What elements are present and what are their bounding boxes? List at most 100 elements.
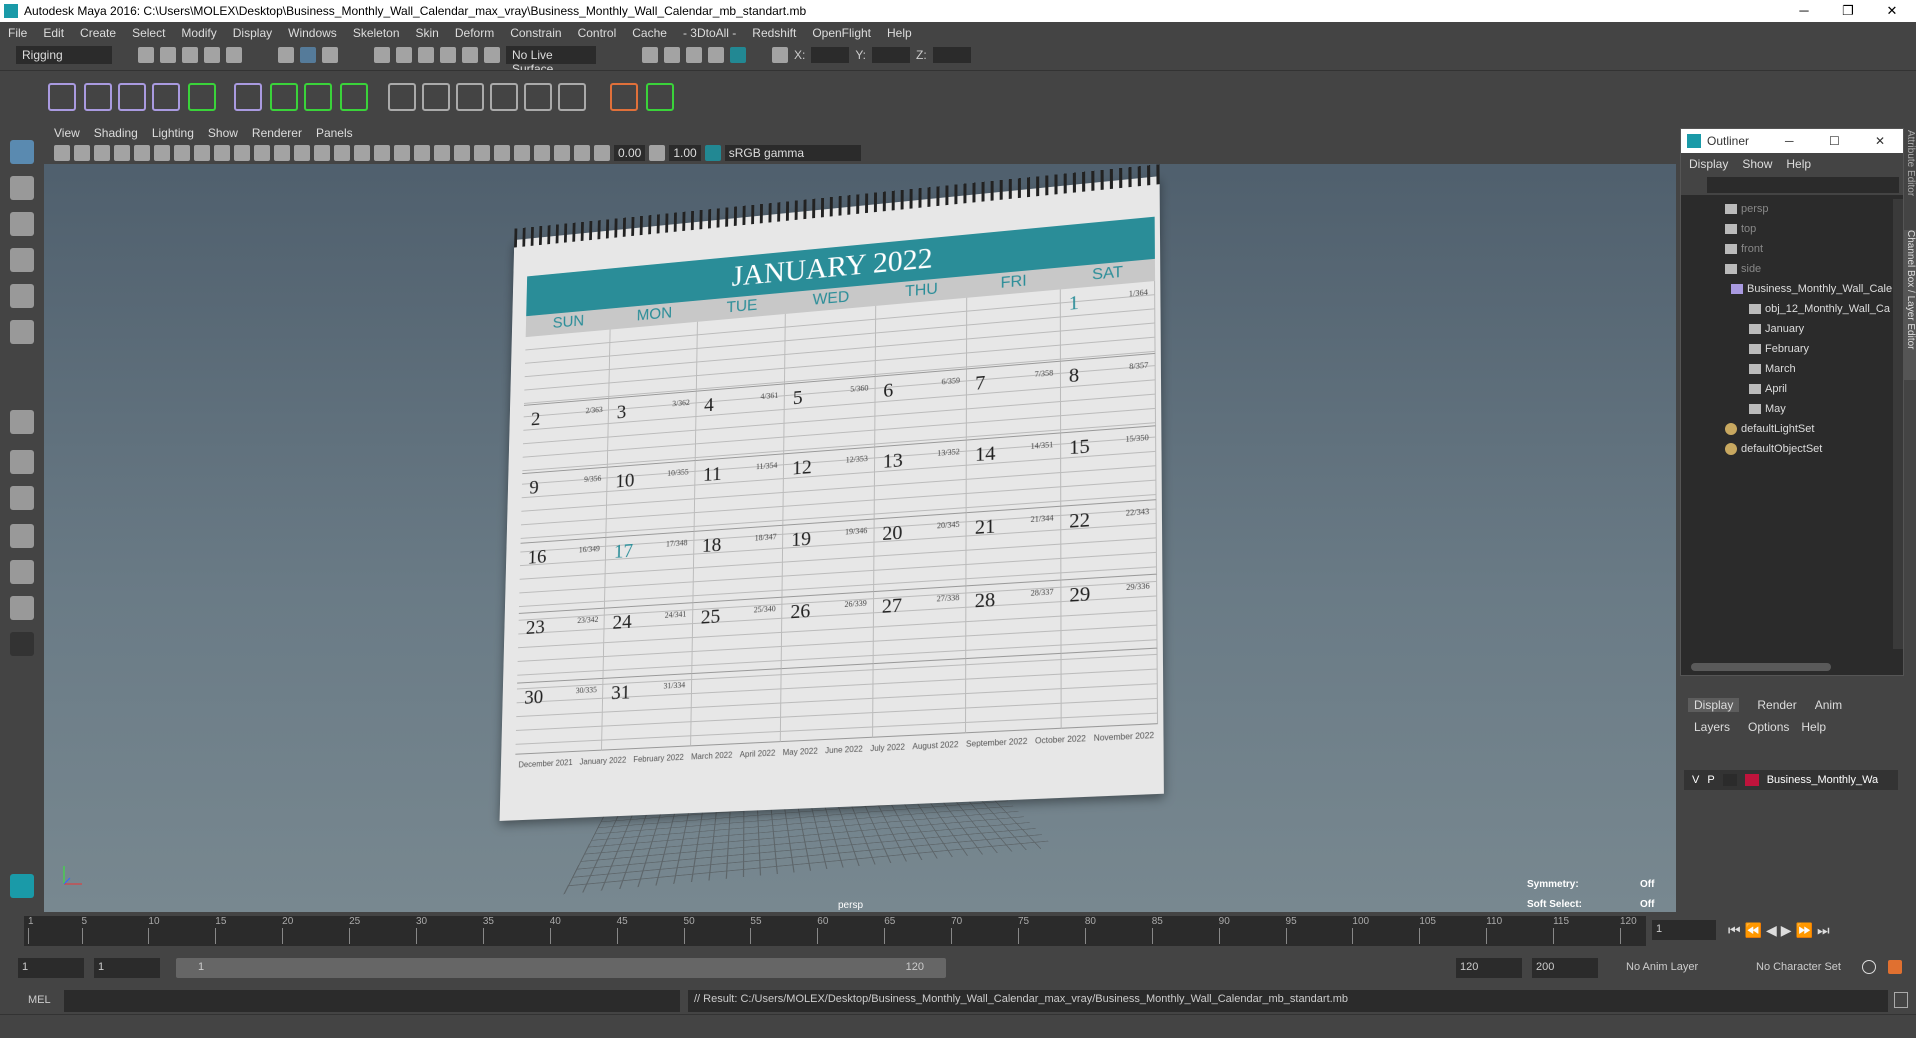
menu-openflight[interactable]: OpenFlight [812, 26, 871, 40]
grease-pencil-icon[interactable] [154, 145, 170, 161]
panel-menu-view[interactable]: View [54, 126, 80, 140]
outliner-menu-display[interactable]: Display [1689, 157, 1728, 171]
bookmark-icon[interactable] [94, 145, 110, 161]
auto-key-icon[interactable] [1862, 960, 1876, 974]
playback-end-field[interactable]: 120 [1456, 958, 1522, 978]
default-material-icon[interactable] [354, 145, 370, 161]
camera-icon[interactable] [54, 145, 70, 161]
outliner-item[interactable]: April [1681, 379, 1903, 399]
outliner-menu-show[interactable]: Show [1742, 157, 1772, 171]
xray-icon[interactable] [534, 145, 550, 161]
hypershade-icon[interactable] [730, 47, 746, 63]
tab-render[interactable]: Render [1757, 698, 1796, 712]
film-gate-icon[interactable] [194, 145, 210, 161]
wireframe-icon[interactable] [314, 145, 330, 161]
outliner-item[interactable]: March [1681, 359, 1903, 379]
start-time-field[interactable]: 1 [18, 958, 84, 978]
range-bar[interactable]: 1 120 [176, 958, 946, 978]
close-button[interactable]: ✕ [1872, 0, 1912, 22]
hypershade-layout-icon[interactable] [10, 596, 34, 620]
humanik-icon[interactable] [188, 83, 216, 111]
character-set-dropdown[interactable]: No Character Set [1752, 958, 1852, 978]
tab-display[interactable]: Display [1688, 698, 1740, 712]
layer-menu-help[interactable]: Help [1801, 720, 1826, 734]
menu-skin[interactable]: Skin [416, 26, 439, 40]
current-frame-field[interactable]: 1 [1652, 920, 1716, 940]
point-constraint-icon[interactable] [422, 83, 450, 111]
parent-constraint-icon[interactable] [388, 83, 416, 111]
shadows-icon[interactable] [434, 145, 450, 161]
layer-menu-options[interactable]: Options [1748, 720, 1789, 734]
outliner-item[interactable]: persp [1681, 199, 1903, 219]
menu-select[interactable]: Select [132, 26, 165, 40]
paint-weights-icon[interactable] [270, 83, 298, 111]
two-view-icon[interactable] [10, 486, 34, 510]
select-object-icon[interactable] [300, 47, 316, 63]
snap-grid-icon[interactable] [374, 47, 390, 63]
outliner-horizontal-scrollbar[interactable] [1691, 663, 1831, 671]
joint-tool-icon[interactable] [48, 83, 76, 111]
more-layouts-icon[interactable] [10, 632, 34, 656]
select-component-icon[interactable] [322, 47, 338, 63]
outliner-item[interactable]: Business_Monthly_Wall_Cale [1681, 279, 1903, 299]
scale-constraint-icon[interactable] [490, 83, 518, 111]
xray-components-icon[interactable] [574, 145, 590, 161]
paint-select-icon[interactable] [10, 212, 34, 236]
camera-attributes-icon[interactable] [74, 145, 90, 161]
outliner-item[interactable]: obj_12_Monthly_Wall_Ca [1681, 299, 1903, 319]
layer-row[interactable]: V P Business_Monthly_Wa [1684, 770, 1898, 790]
z-field[interactable] [932, 47, 971, 63]
persp-outliner-icon[interactable] [10, 524, 34, 548]
outliner-vertical-scrollbar[interactable] [1893, 199, 1903, 649]
tab-anim[interactable]: Anim [1815, 698, 1842, 712]
outliner-maximize-button[interactable]: ☐ [1829, 134, 1840, 148]
panel-menu-panels[interactable]: Panels [316, 126, 353, 140]
outliner-item[interactable]: side [1681, 259, 1903, 279]
channel-box-tab[interactable]: Channel Box / Layer Editor [1904, 230, 1916, 380]
safe-title-icon[interactable] [294, 145, 310, 161]
image-plane-icon[interactable] [114, 145, 130, 161]
x-field[interactable] [811, 47, 850, 63]
anti-aliasing-icon[interactable] [494, 145, 510, 161]
layer-menu-layers[interactable]: Layers [1688, 720, 1736, 734]
panel-menu-lighting[interactable]: Lighting [152, 126, 194, 140]
wireframe-on-shaded-icon[interactable] [374, 145, 390, 161]
grid-icon[interactable] [174, 145, 190, 161]
snap-surface-icon[interactable] [462, 47, 478, 63]
scale-tool-icon[interactable] [10, 320, 34, 344]
command-input[interactable] [64, 990, 680, 1012]
select-tool-icon[interactable] [10, 140, 34, 164]
outliner-close-button[interactable]: ✕ [1875, 134, 1885, 148]
orient-constraint-icon[interactable] [456, 83, 484, 111]
menu-help[interactable]: Help [887, 26, 912, 40]
snap-point-icon[interactable] [418, 47, 434, 63]
single-view-icon[interactable] [10, 410, 34, 434]
ambient-occlusion-icon[interactable] [454, 145, 470, 161]
outliner-menu-help[interactable]: Help [1786, 157, 1811, 171]
menu-control[interactable]: Control [578, 26, 617, 40]
menu-3dtoall[interactable]: - 3DtoAll - [683, 26, 736, 40]
locator-icon[interactable] [610, 83, 638, 111]
anim-layer-dropdown[interactable]: No Anim Layer [1622, 958, 1726, 978]
menu-edit[interactable]: Edit [43, 26, 64, 40]
field-chart-icon[interactable] [254, 145, 270, 161]
timeline-track[interactable]: 1 5 10 15 20 25 30 35 40 45 50 55 60 65 70 75 80 85 90 95 10… [24, 916, 1646, 946]
motion-blur-icon[interactable] [474, 145, 490, 161]
outliner-item[interactable]: top [1681, 219, 1903, 239]
mode-selector[interactable]: Rigging [16, 46, 112, 64]
snap-view-icon[interactable] [440, 47, 456, 63]
playback-start-field[interactable]: 1 [94, 958, 160, 978]
outliner-item[interactable]: front [1681, 239, 1903, 259]
preferences-icon[interactable] [1888, 960, 1902, 974]
2d-pan-icon[interactable] [134, 145, 150, 161]
perspective-viewport[interactable]: View Shading Lighting Show Renderer Pane… [44, 124, 1676, 912]
safe-action-icon[interactable] [274, 145, 290, 161]
graph-layout-icon[interactable] [10, 560, 34, 584]
lattice-icon[interactable] [304, 83, 332, 111]
lasso-tool-icon[interactable] [10, 176, 34, 200]
save-scene-icon[interactable] [182, 47, 198, 63]
view-transform-dropdown[interactable]: sRGB gamma [724, 145, 861, 161]
menu-redshift[interactable]: Redshift [752, 26, 796, 40]
y-field[interactable] [872, 47, 911, 63]
layer-type-toggle[interactable] [1722, 774, 1737, 786]
